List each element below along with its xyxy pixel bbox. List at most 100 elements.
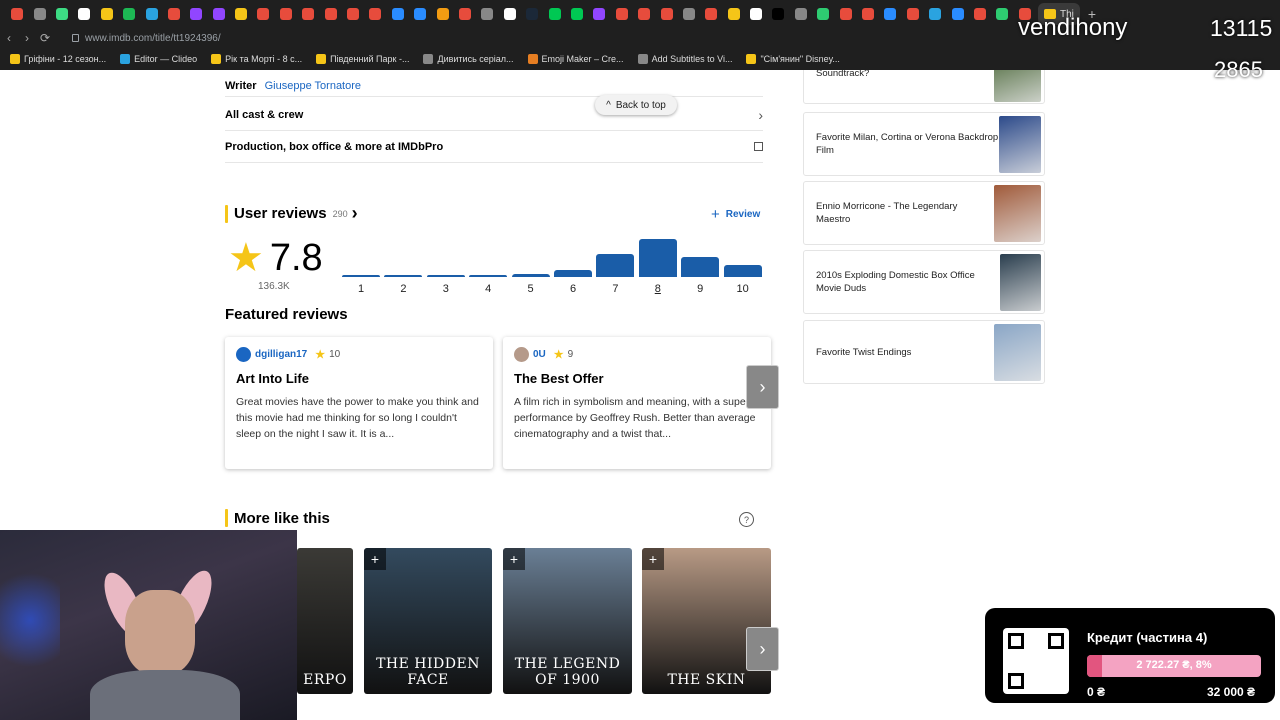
histogram-bar[interactable] [554, 269, 592, 277]
more-like-next-button[interactable]: › [746, 627, 779, 671]
browser-tab[interactable] [431, 0, 453, 28]
add-review-button[interactable]: + Review [711, 206, 760, 223]
add-to-watchlist-icon[interactable]: + [642, 548, 664, 570]
user-reviews-header[interactable]: User reviews 290 › [225, 203, 358, 224]
list-card[interactable]: Favorite Twist Endings [803, 320, 1045, 384]
bookmark-item[interactable]: "Сiм'янин" Disney... [746, 54, 840, 64]
browser-tab[interactable] [118, 0, 140, 28]
forward-icon[interactable]: › [18, 31, 36, 45]
help-icon[interactable]: ? [739, 512, 754, 527]
browser-tab[interactable] [879, 0, 901, 28]
bookmark-item[interactable]: Південний Парк -... [316, 54, 409, 64]
histogram-bar[interactable] [511, 274, 550, 277]
bookmark-item[interactable]: Editor — Clideo [120, 54, 197, 64]
list-card[interactable]: Ennio Morricone - The Legendary Maestro [803, 181, 1045, 245]
browser-tab[interactable] [588, 0, 610, 28]
browser-tab[interactable] [521, 0, 543, 28]
browser-tab[interactable] [633, 0, 655, 28]
back-to-top-button[interactable]: ^ Back to top [595, 95, 677, 115]
review-rating: 10 [329, 349, 341, 360]
histogram-bar[interactable] [469, 275, 508, 277]
writer-link[interactable]: Giuseppe Tornatore [265, 80, 361, 92]
review-card[interactable]: 0U ★ 9 The Best Offer A film rich in sym… [503, 337, 771, 469]
add-to-watchlist-icon[interactable]: + [364, 548, 386, 570]
browser-tab[interactable] [319, 0, 341, 28]
tab-favicon-icon [929, 8, 942, 20]
tab-favicon-icon [459, 8, 471, 20]
browser-tab[interactable] [991, 0, 1013, 28]
browser-tab[interactable] [454, 0, 476, 28]
browser-tab[interactable] [857, 0, 879, 28]
browser-tab[interactable] [924, 0, 946, 28]
browser-tab[interactable] [566, 0, 588, 28]
histogram-bar[interactable] [723, 264, 762, 277]
browser-tab[interactable] [409, 0, 431, 28]
list-card[interactable]: 2010s Exploding Domestic Box Office Movi… [803, 250, 1045, 314]
browser-tab[interactable] [543, 0, 565, 28]
histogram-label: 3 [442, 283, 449, 295]
browser-tab[interactable] [790, 0, 812, 28]
browser-tab[interactable] [611, 0, 633, 28]
browser-tab[interactable] [163, 0, 185, 28]
review-card[interactable]: dgilligan17 ★ 10 Art Into Life Great mov… [225, 337, 493, 469]
bookmark-item[interactable]: Emoji Maker – Cre... [527, 54, 624, 64]
reviews-next-button[interactable]: › [746, 365, 779, 409]
poster-card[interactable]: ERPO [297, 548, 353, 694]
poster-card[interactable]: + THE HIDDEN FACE [364, 548, 492, 694]
browser-tab[interactable] [499, 0, 521, 28]
poster-card[interactable]: + THE LEGEND OF 1900 [503, 548, 632, 694]
browser-tab[interactable] [655, 0, 677, 28]
histogram-bar[interactable] [384, 275, 423, 277]
url-field[interactable]: www.imdb.com/title/tt1924396/ [72, 33, 221, 44]
browser-tab[interactable] [185, 0, 207, 28]
browser-tab[interactable] [342, 0, 364, 28]
bookmark-item[interactable]: Грiфiни - 12 сезон... [10, 54, 106, 64]
histogram-bar[interactable] [342, 275, 380, 277]
browser-tab[interactable] [834, 0, 856, 28]
browser-tab[interactable] [73, 0, 95, 28]
browser-tab[interactable] [700, 0, 722, 28]
browser-tab[interactable] [767, 0, 789, 28]
bookmark-item[interactable]: Дивитись серiал... [423, 54, 514, 64]
browser-tab[interactable] [51, 0, 73, 28]
browser-tab[interactable] [96, 0, 118, 28]
browser-tab[interactable] [476, 0, 498, 28]
imdbpro-row[interactable]: Production, box office & more at IMDbPro [225, 131, 763, 163]
all-cast-row[interactable]: All cast & crew › [225, 99, 763, 131]
browser-tab[interactable] [723, 0, 745, 28]
review-author[interactable]: 0U [533, 349, 546, 360]
reload-icon[interactable]: ⟳ [36, 31, 54, 45]
featured-reviews-header: Featured reviews [225, 306, 348, 323]
browser-tab[interactable] [969, 0, 991, 28]
browser-tab[interactable] [678, 0, 700, 28]
histogram-bar[interactable] [596, 253, 635, 277]
bookmark-item[interactable]: Рiк та Морті - 8 с... [211, 54, 302, 64]
browser-tab[interactable] [230, 0, 252, 28]
browser-tab[interactable] [745, 0, 767, 28]
back-icon[interactable]: ‹ [0, 31, 18, 45]
review-author[interactable]: dgilligan17 [255, 349, 307, 360]
list-card[interactable]: Soundtrack? [803, 70, 1045, 104]
vote-count: 136.3K [258, 281, 290, 292]
tab-favicon-icon [570, 8, 583, 20]
browser-tab[interactable] [252, 0, 274, 28]
histogram-bar[interactable] [426, 275, 465, 277]
browser-tab[interactable] [364, 0, 386, 28]
browser-tab[interactable] [946, 0, 968, 28]
browser-tab[interactable] [902, 0, 924, 28]
browser-tab[interactable] [275, 0, 297, 28]
browser-tab[interactable] [140, 0, 162, 28]
browser-tab[interactable] [812, 0, 834, 28]
histogram-bar[interactable] [638, 239, 677, 277]
poster-card[interactable]: + THE SKIN [642, 548, 771, 694]
browser-tab[interactable] [28, 0, 50, 28]
browser-tab[interactable] [297, 0, 319, 28]
browser-tab[interactable] [6, 0, 28, 28]
tab-favicon-icon [145, 8, 158, 20]
list-card[interactable]: Favorite Milan, Cortina or Verona Backdr… [803, 112, 1045, 176]
browser-tab[interactable] [387, 0, 409, 28]
bookmark-item[interactable]: Add Subtitles to Vi... [637, 54, 732, 64]
histogram-bar[interactable] [681, 256, 720, 277]
add-to-watchlist-icon[interactable]: + [503, 548, 525, 570]
browser-tab[interactable] [208, 0, 230, 28]
